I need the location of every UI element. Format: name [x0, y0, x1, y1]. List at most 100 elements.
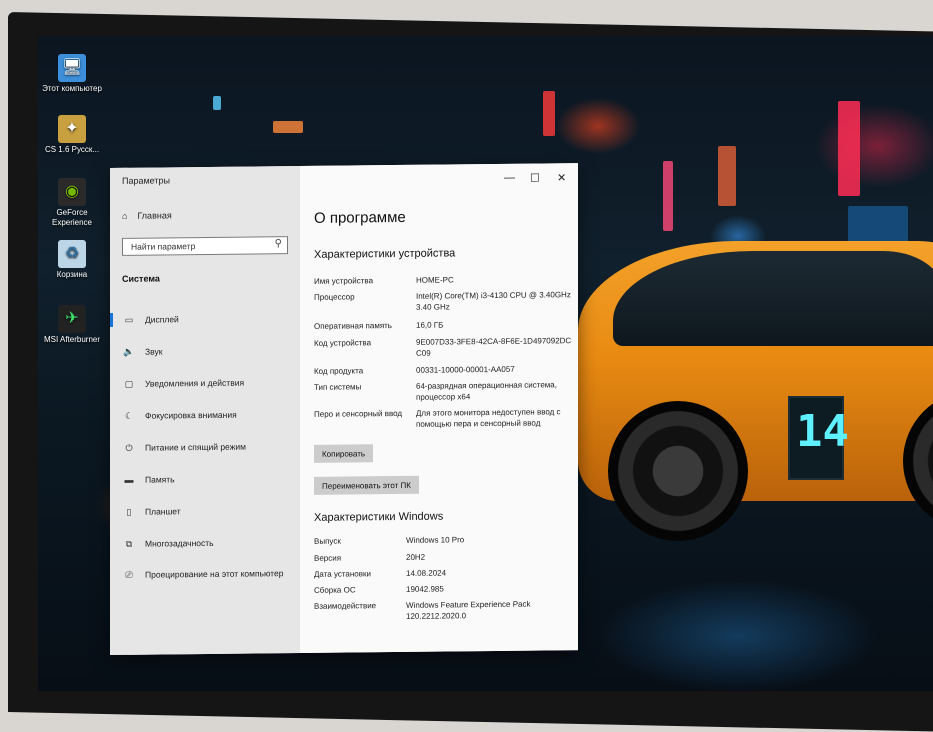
desktop-icon-label: GeForce Experience: [51, 208, 93, 227]
search-placeholder: Найти параметр: [131, 241, 196, 252]
desktop-icon-cs16[interactable]: ✦ CS 1.6 Русск...: [40, 115, 104, 155]
device-specs-heading: Характеристики устройства: [314, 247, 456, 261]
computer-icon: 🖥: [58, 54, 86, 82]
sidebar-item-label: Дисплей: [145, 314, 179, 325]
notifications-icon: ▢: [124, 378, 134, 389]
nav-home[interactable]: ⌂ Главная: [122, 210, 172, 221]
neon-sign: [718, 146, 736, 206]
spec-row-ram: Оперативная память 16,0 ГБ: [314, 318, 584, 331]
recycle-bin-icon: ♻: [58, 240, 86, 268]
rename-pc-button[interactable]: Переименовать этот ПК: [314, 475, 419, 495]
car-wheel: [608, 401, 748, 541]
spec-key: Взаимодействие: [314, 601, 377, 611]
desktop-icon-recycle-bin[interactable]: ♻ Корзина: [40, 240, 104, 280]
car-panel-number: 14: [796, 406, 849, 457]
sidebar-item-label: Проецирование на этот компьютер: [145, 568, 284, 580]
maximize-button[interactable]: ☐: [530, 171, 540, 184]
sidebar-item-notifications[interactable]: ▢ Уведомления и действия: [110, 372, 300, 394]
sidebar-item-sound[interactable]: 🔈 Звук: [110, 340, 300, 362]
neon-sign: [543, 91, 555, 136]
sidebar-item-label: Многозадачность: [145, 537, 214, 549]
settings-content: — ☐ ✕ О программе Характеристики устройс…: [300, 163, 578, 654]
spec-value: 9E007D33-3FE8-42CA-8F6E-1D497092DC C09: [416, 336, 572, 358]
spec-key: Выпуск: [314, 536, 341, 546]
spec-key: Перо и сенсорный ввод: [314, 408, 403, 419]
spec-value: 19042.985: [406, 584, 444, 594]
sidebar-item-display[interactable]: ▭ Дисплей: [110, 308, 300, 330]
sidebar-item-focus-assist[interactable]: ☾ Фокусировка внимания: [110, 404, 300, 426]
sidebar-item-label: Планшет: [145, 506, 181, 517]
spec-value: 00331-10000-00001-AA057: [416, 364, 515, 375]
projecting-icon: ⎚: [125, 569, 133, 580]
nav-home-label: Главная: [137, 210, 172, 221]
neon-sign: [213, 96, 221, 110]
spec-value: HOME-PC: [416, 275, 454, 285]
power-icon: ⏻: [125, 442, 133, 453]
desktop-icon-label: Корзина: [56, 270, 88, 279]
copy-button[interactable]: Копировать: [314, 444, 374, 463]
sidebar-item-projecting[interactable]: ⎚ Проецирование на этот компьютер: [110, 563, 300, 585]
spec-key: Код устройства: [314, 338, 372, 348]
cs-game-icon: ✦: [58, 115, 86, 143]
focus-assist-icon: ☾: [124, 410, 134, 421]
spec-value: Windows Feature Experience Pack 120.2212…: [406, 599, 531, 621]
section-label-system: Система: [122, 273, 160, 284]
spec-value: Intel(R) Core(TM) i3-4130 CPU @ 3.40GHz …: [416, 290, 571, 312]
spec-key: Процессор: [314, 292, 355, 302]
spec-row-system-type: Тип системы 64-разрядная операционная си…: [314, 379, 584, 401]
geforce-icon: ◉: [58, 178, 86, 206]
close-button[interactable]: ✕: [557, 171, 566, 184]
spec-row-edition: Выпуск Windows 10 Pro: [314, 533, 584, 546]
page-title: О программе: [314, 208, 406, 227]
spec-key: Дата установки: [314, 569, 371, 579]
sound-icon: 🔈: [123, 346, 135, 357]
sidebar-item-label: Фокусировка внимания: [145, 409, 237, 421]
spec-value: 20H2: [406, 552, 426, 562]
spec-key: Версия: [314, 553, 342, 563]
afterburner-icon: ✈: [58, 305, 86, 333]
home-icon: ⌂: [122, 210, 128, 221]
multitasking-icon: ⧉: [125, 538, 133, 549]
sidebar-item-storage[interactable]: ▬ Память: [110, 468, 300, 490]
desktop-icon-geforce[interactable]: ◉ GeForce Experience: [40, 178, 104, 228]
settings-window: Параметры ⌂ Главная Найти параметр ⚲ Сис…: [110, 163, 578, 655]
spec-value: 14.08.2024: [406, 568, 447, 578]
spec-row-product-id: Код продукта 00331-10000-00001-AA057: [314, 363, 584, 376]
desktop-icon-afterburner[interactable]: ✈ MSI Afterburner: [40, 305, 104, 345]
desktop-icon-label: MSI Afterburner: [43, 335, 101, 344]
sidebar-item-label: Уведомления и действия: [145, 377, 245, 389]
search-input[interactable]: Найти параметр ⚲: [122, 236, 288, 256]
desktop-icon-this-pc[interactable]: 🖥 Этот компьютер: [40, 54, 104, 94]
window-title: Параметры: [122, 175, 170, 186]
sidebar-item-label: Питание и спящий режим: [145, 441, 246, 453]
spec-row-os-build: Сборка ОС 19042.985: [314, 582, 584, 595]
storage-icon: ▬: [124, 474, 134, 485]
spec-row-processor: Процессор Intel(R) Core(TM) i3-4130 CPU …: [314, 289, 584, 312]
minimize-button[interactable]: —: [504, 172, 515, 184]
settings-sidebar: Параметры ⌂ Главная Найти параметр ⚲ Сис…: [110, 166, 300, 655]
sidebar-item-tablet[interactable]: ▯ Планшет: [110, 500, 300, 522]
spec-value: 64-разрядная операционная система, проце…: [416, 380, 557, 402]
sidebar-item-multitasking[interactable]: ⧉ Многозадачность: [110, 532, 300, 554]
spec-key: Тип системы: [314, 382, 362, 392]
spec-key: Оперативная память: [314, 321, 392, 331]
spec-row-version: Версия 20H2: [314, 550, 584, 563]
spec-row-install-date: Дата установки 14.08.2024: [314, 566, 584, 578]
neon-sign: [838, 101, 860, 196]
neon-sign: [273, 121, 303, 133]
spec-row-device-name: Имя устройства HOME-PC: [314, 273, 584, 285]
sidebar-item-power[interactable]: ⏻ Питание и спящий режим: [110, 436, 300, 458]
spec-key: Код продукта: [314, 366, 364, 376]
spec-value: Для этого монитора недоступен ввод с пом…: [416, 407, 561, 429]
desktop-icon-label: Этот компьютер: [42, 84, 102, 93]
spec-value: 16,0 ГБ: [416, 320, 444, 330]
spec-key: Имя устройства: [314, 276, 374, 286]
tablet-icon: ▯: [126, 506, 132, 517]
display-icon: ▭: [124, 314, 134, 325]
spec-row-pen-touch: Перо и сенсорный ввод Для этого монитора…: [314, 406, 584, 429]
car-door-panel: 14: [788, 396, 849, 480]
spec-row-experience: Взаимодействие Windows Feature Experienc…: [314, 598, 584, 621]
search-icon: ⚲: [274, 238, 282, 250]
sidebar-item-label: Звук: [145, 346, 163, 357]
spec-key: Сборка ОС: [314, 585, 356, 595]
